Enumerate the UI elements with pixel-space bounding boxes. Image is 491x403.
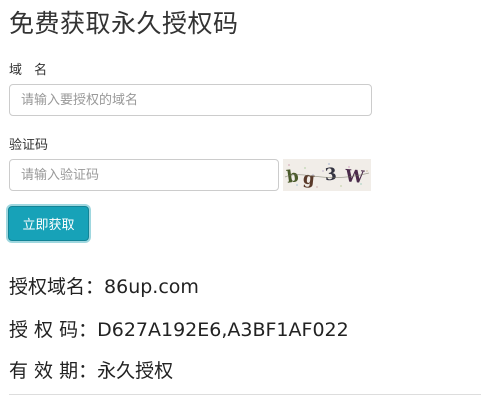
- page-title: 免费获取永久授权码: [9, 9, 239, 38]
- result-validity-value: 永久授权: [97, 360, 174, 382]
- domain-label: 域 名: [9, 63, 52, 78]
- result-validity-key: 有 效 期：: [9, 360, 98, 382]
- result-validity-row: 有 效 期：永久授权: [9, 356, 173, 383]
- captcha-char: g: [302, 168, 316, 189]
- captcha-image[interactable]: b g 3 W: [283, 159, 371, 191]
- result-code-value: D627A192E6,A3BF1AF022: [97, 319, 349, 341]
- result-domain-value: 86up.com: [104, 276, 199, 298]
- result-code-key: 授 权 码：: [9, 319, 98, 341]
- result-domain-key: 授权域名：: [9, 276, 105, 298]
- result-domain-row: 授权域名：86up.com: [9, 272, 199, 299]
- captcha-char: 3: [324, 165, 337, 186]
- captcha-label: 验证码: [9, 138, 49, 153]
- captcha-input[interactable]: [9, 159, 279, 191]
- bottom-divider: [9, 394, 481, 395]
- domain-input[interactable]: [9, 84, 372, 116]
- submit-button[interactable]: 立即获取: [8, 206, 89, 241]
- result-code-row: 授 权 码：D627A192E6,A3BF1AF022: [9, 315, 349, 342]
